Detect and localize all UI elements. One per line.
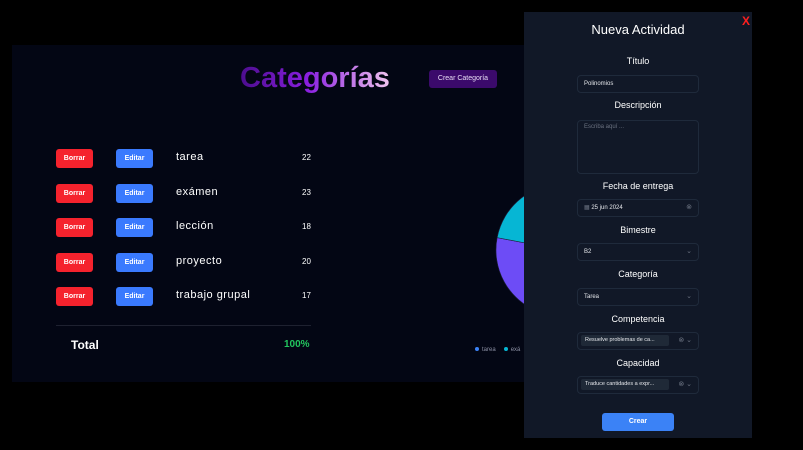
- category-name: lección: [176, 220, 214, 232]
- capacidad-select[interactable]: Traduce cantidades a expr... ⊗ ⌄: [577, 376, 699, 394]
- competencia-label: Competencia: [611, 314, 665, 324]
- category-count: 23: [302, 187, 311, 197]
- capacidad-tag: Traduce cantidades a expr...: [581, 379, 669, 390]
- fecha-label: Fecha de entrega: [602, 181, 674, 191]
- competencia-select[interactable]: Resuelve problemas de ca... ⊗ ⌄: [577, 332, 699, 350]
- descripcion-textarea[interactable]: Escriba aquí ...: [577, 120, 699, 174]
- total-label: Total: [71, 338, 99, 352]
- titulo-label: Título: [626, 56, 650, 66]
- fecha-value: 25 jun 2024: [591, 205, 623, 211]
- delete-button[interactable]: Borrar: [56, 218, 93, 237]
- category-count: 20: [302, 256, 311, 266]
- edit-button[interactable]: Editar: [116, 287, 153, 306]
- edit-button[interactable]: Editar: [116, 218, 153, 237]
- page-title: Categorías: [240, 62, 390, 94]
- modal-title: Nueva Actividad: [591, 22, 685, 37]
- delete-button[interactable]: Borrar: [56, 149, 93, 168]
- category-row: Borrar Editar lección 18: [56, 218, 316, 238]
- descripcion-label: Descripción: [614, 100, 662, 110]
- divider: [56, 325, 311, 326]
- category-count: 17: [302, 291, 311, 300]
- category-count: 18: [302, 222, 311, 231]
- category-name: trabajo grupal: [176, 289, 251, 301]
- delete-button[interactable]: Borrar: [56, 183, 93, 203]
- bimestre-select[interactable]: B2 ⌄: [577, 243, 699, 261]
- competencia-tag: Resuelve problemas de ca...: [581, 335, 669, 346]
- legend-item[interactable]: exá: [503, 347, 520, 353]
- total-value: 100%: [284, 339, 310, 350]
- fecha-picker[interactable]: ▦ 25 jun 2024 ⊗: [577, 199, 699, 217]
- edit-button[interactable]: Editar: [116, 149, 153, 168]
- bimestre-value: B2: [584, 249, 592, 255]
- legend-item[interactable]: tarea: [475, 347, 496, 353]
- create-category-button[interactable]: Crear Categoría: [429, 70, 497, 88]
- category-name: proyecto: [176, 254, 223, 267]
- categories-panel: [12, 45, 532, 382]
- chart-legend: tarea exá: [475, 347, 520, 353]
- edit-button[interactable]: Editar: [116, 252, 153, 272]
- category-name: exámen: [176, 185, 219, 198]
- category-row: Borrar Editar tarea 22: [56, 149, 316, 169]
- titulo-input[interactable]: Polinomios: [577, 75, 699, 93]
- categoria-label: Categoría: [618, 269, 658, 279]
- categoria-select[interactable]: Tarea ⌄: [577, 288, 699, 306]
- clear-icon[interactable]: ⊗: [686, 200, 692, 216]
- delete-button[interactable]: Borrar: [56, 287, 93, 306]
- crear-button[interactable]: Crear: [602, 413, 674, 431]
- bimestre-label: Bimestre: [620, 225, 656, 235]
- close-icon[interactable]: X: [742, 14, 750, 28]
- category-row: Borrar Editar exámen 23: [56, 183, 316, 204]
- category-row: Borrar Editar proyecto 20: [56, 252, 316, 273]
- edit-button[interactable]: Editar: [116, 183, 153, 203]
- categoria-value: Tarea: [584, 294, 600, 300]
- new-activity-modal: Nueva Actividad Título Polinomios Descri…: [524, 12, 752, 438]
- chevron-down-icon: ⊗ ⌄: [678, 337, 692, 344]
- capacidad-label: Capacidad: [616, 358, 660, 368]
- chevron-down-icon: ⌄: [686, 293, 692, 300]
- delete-button[interactable]: Borrar: [56, 252, 93, 272]
- category-count: 22: [302, 153, 311, 162]
- category-name: tarea: [176, 151, 204, 163]
- category-row: Borrar Editar trabajo grupal 17: [56, 287, 316, 307]
- chevron-down-icon: ⊗ ⌄: [678, 381, 692, 388]
- chevron-down-icon: ⌄: [686, 248, 692, 255]
